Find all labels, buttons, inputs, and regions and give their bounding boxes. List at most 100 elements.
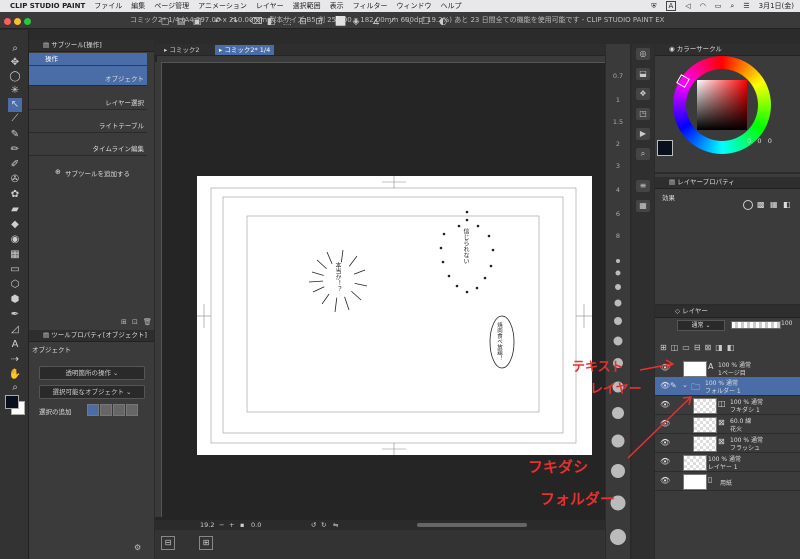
- app-name[interactable]: CLIP STUDIO PAINT: [10, 2, 85, 10]
- fill-tool-icon[interactable]: ◉: [8, 233, 22, 247]
- blend-mode-select[interactable]: 通常 ⌄: [677, 320, 725, 331]
- layer-row-layer1[interactable]: 👁 100 % 通常 レイヤー 1: [655, 453, 800, 472]
- pencil-tool-icon[interactable]: ✏: [8, 143, 22, 157]
- visibility-eye-icon[interactable]: 👁: [660, 381, 670, 390]
- color-icon[interactable]: ◐: [438, 17, 448, 27]
- gradient-icon[interactable]: ▦: [8, 248, 22, 262]
- rotate-right-icon[interactable]: ↻: [321, 521, 326, 529]
- menu-selection[interactable]: 選択範囲: [293, 1, 321, 11]
- zoom-tool-icon[interactable]: ⌕: [8, 42, 22, 56]
- zoom-value[interactable]: 19.2: [200, 521, 214, 529]
- undo-icon[interactable]: ↶: [213, 17, 223, 27]
- decoration-icon[interactable]: ✿: [8, 188, 22, 202]
- settings-wrench-icon[interactable]: ⚙: [134, 543, 141, 552]
- effect-tone-icon[interactable]: ▩: [757, 200, 765, 209]
- layer-row-page1[interactable]: 👁 A 100 % 通常 1ページ目: [655, 359, 800, 378]
- menu-page[interactable]: ページ管理: [154, 1, 189, 11]
- search-layer-icon[interactable]: ⌕: [636, 148, 650, 160]
- invert-icon[interactable]: ◈: [351, 17, 361, 27]
- visibility-eye-icon[interactable]: 👁: [660, 419, 670, 428]
- menu-edit[interactable]: 編集: [131, 1, 145, 11]
- subtool-layer-select[interactable]: レイヤー選択: [29, 90, 147, 110]
- menu-help[interactable]: ヘルプ: [441, 1, 462, 11]
- crop-icon[interactable]: ⊡: [314, 17, 324, 27]
- clear-icon[interactable]: ⌫: [250, 17, 263, 27]
- nav-zoom-1[interactable]: 1: [606, 96, 630, 104]
- menu-animation[interactable]: アニメーション: [198, 1, 247, 11]
- add-subtool-icon[interactable]: ⊕: [55, 168, 61, 176]
- line-correction-icon[interactable]: ◿: [8, 323, 22, 337]
- select-all-icon[interactable]: ⬜: [335, 17, 346, 27]
- ref-icon[interactable]: ◧: [727, 343, 739, 352]
- text-tool-icon[interactable]: A: [8, 338, 22, 352]
- correct-line-icon[interactable]: ⇢: [8, 353, 22, 367]
- nav-zoom-6[interactable]: 6: [606, 210, 630, 218]
- new-folder-icon[interactable]: ▭: [682, 343, 694, 352]
- date-text[interactable]: 3月1日(金): [759, 1, 794, 11]
- comic-page[interactable]: 本当か！？ 信じられない 焼肉食べ放題！: [197, 176, 592, 455]
- visibility-eye-icon[interactable]: 👁: [660, 457, 670, 466]
- ruler-tool-icon[interactable]: ⬢: [8, 293, 22, 307]
- copy-subtool-icon[interactable]: ⊡: [132, 318, 138, 326]
- tab-comic2-active[interactable]: ▸ コミック2* 1/4: [215, 45, 275, 55]
- magic-wand-icon[interactable]: ✳: [8, 84, 22, 98]
- menu-file[interactable]: ファイル: [94, 1, 122, 11]
- open-icon[interactable]: ▤: [176, 17, 186, 27]
- select-mode-sub-icon[interactable]: [113, 404, 125, 416]
- layer-row-folder1[interactable]: 👁 ✎ ⌄ 🗀 100 % 通常 フォルダー 1: [655, 377, 800, 396]
- transform-icon[interactable]: ⬚: [282, 17, 292, 27]
- figure-tool-icon[interactable]: ▭: [8, 263, 22, 277]
- material-icon[interactable]: ❖: [636, 88, 650, 100]
- nav-zoom-3[interactable]: 2: [606, 140, 630, 148]
- move-tool-icon[interactable]: ✥: [8, 56, 22, 70]
- subtool-object[interactable]: オブジェクト: [29, 66, 147, 86]
- add-subtool-button[interactable]: サブツールを追加する: [65, 168, 130, 178]
- navigator-icon[interactable]: ◎: [636, 48, 650, 60]
- save-icon[interactable]: ▣: [192, 17, 202, 27]
- pen-tool-icon[interactable]: ✎: [8, 128, 22, 142]
- eyedropper-icon[interactable]: ⟋: [8, 112, 22, 126]
- eraser-icon[interactable]: ▰: [8, 203, 22, 217]
- history-icon[interactable]: ◳: [636, 108, 650, 120]
- auto-action-icon[interactable]: ▶: [636, 128, 650, 140]
- control-center-icon[interactable]: ☰: [743, 2, 749, 10]
- search-icon[interactable]: ⌕: [730, 2, 734, 11]
- angle-value[interactable]: 0.0: [251, 521, 261, 529]
- opacity-slider[interactable]: [731, 321, 781, 329]
- zoom-out-icon[interactable]: −: [219, 521, 224, 529]
- window-close-button[interactable]: [4, 18, 11, 25]
- airbrush-icon[interactable]: ✇: [8, 173, 22, 187]
- fit-icon[interactable]: ▪: [240, 521, 244, 529]
- clip-icon[interactable]: ⊟: [694, 343, 705, 352]
- menu-window[interactable]: ウィンドウ: [397, 1, 432, 11]
- hand-tool-icon[interactable]: ✋: [8, 368, 22, 382]
- volume-icon[interactable]: ◁: [685, 2, 690, 10]
- transparent-operation-dropdown[interactable]: 透明箇所の操作 ⌄: [39, 366, 145, 380]
- select-mode-new-icon[interactable]: [87, 404, 99, 416]
- sub-view-icon[interactable]: ⬓: [636, 68, 650, 80]
- new-file-icon[interactable]: ▢: [160, 17, 170, 27]
- fill-icon[interactable]: ◧: [266, 17, 276, 27]
- menu-filter[interactable]: フィルター: [353, 1, 388, 11]
- effect-color-icon[interactable]: ▦: [770, 200, 778, 209]
- saturation-value-square[interactable]: [697, 80, 747, 130]
- visibility-eye-icon[interactable]: 👁: [660, 438, 670, 447]
- battery-icon[interactable]: ▭: [715, 2, 722, 10]
- new-raster-icon[interactable]: ⊞: [660, 343, 671, 352]
- page-list-icon[interactable]: ⊞: [199, 536, 213, 550]
- status-icon[interactable]: ⛨: [651, 2, 656, 11]
- balloon-text-shinjirarenai[interactable]: 信じられない: [461, 228, 470, 264]
- layer-row-paper[interactable]: 👁 ▯ 用紙: [655, 472, 800, 491]
- mask-icon[interactable]: ◨: [715, 343, 727, 352]
- effect-layer-color-icon[interactable]: ◧: [783, 200, 791, 209]
- perspective-snap-icon[interactable]: ⟍: [403, 17, 413, 27]
- visibility-eye-icon[interactable]: 👁: [660, 363, 670, 372]
- redo-icon[interactable]: ↷: [229, 17, 239, 27]
- nav-zoom-2[interactable]: 1.5: [606, 118, 630, 126]
- folder-expand-icon[interactable]: ⌄: [682, 381, 688, 389]
- select-mode-inter-icon[interactable]: [126, 404, 138, 416]
- lasso-tool-icon[interactable]: ◯: [8, 70, 22, 84]
- frame-border-icon[interactable]: ⬡: [8, 278, 22, 292]
- window-minimize-button[interactable]: [14, 18, 21, 25]
- rotate-left-icon[interactable]: ↺: [311, 521, 316, 529]
